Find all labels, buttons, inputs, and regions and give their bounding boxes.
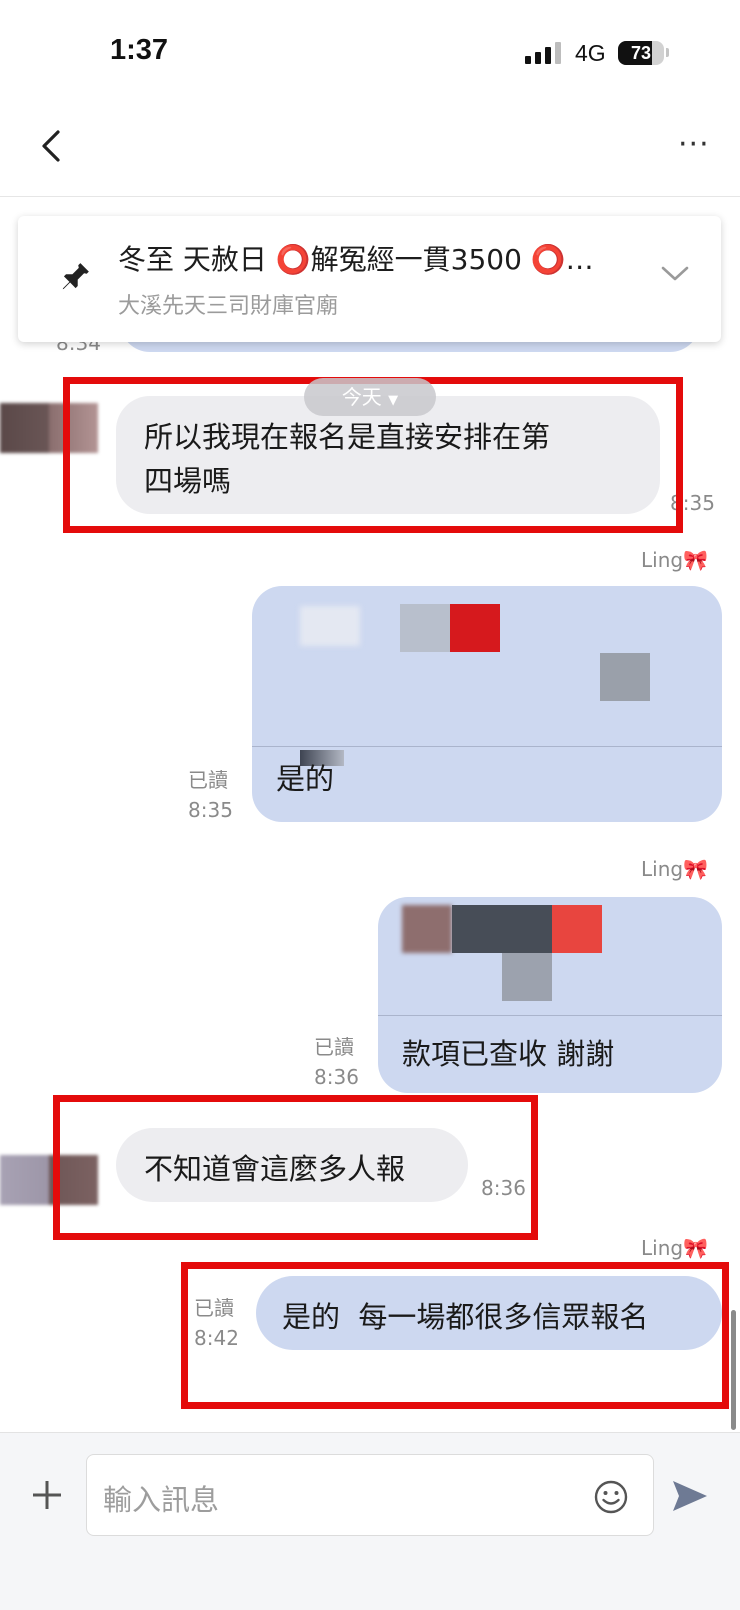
sender-name: Ling🎀 [641, 857, 708, 881]
pinned-subtitle: 大溪先天三司財庫官廟 [118, 294, 339, 319]
pinned-announcement[interactable]: 冬至 天赦日 ⭕解冤經一貫3500 ⭕… 大溪先天三司財庫官廟 [18, 216, 721, 342]
status-time: 1:37 [110, 34, 169, 66]
send-button[interactable] [670, 1478, 710, 1518]
message-text: 款項已查收 謝謝 [402, 1037, 615, 1071]
battery-cap [666, 48, 669, 57]
add-button[interactable] [30, 1478, 64, 1512]
read-status: 已讀 [314, 1035, 354, 1059]
read-status: 已讀 [188, 768, 228, 792]
message-bubble[interactable]: 是的 [252, 586, 722, 822]
reply-preview-image [452, 905, 552, 953]
plus-icon [33, 1481, 61, 1509]
message-input[interactable]: 輸入訊息 [86, 1454, 654, 1536]
pin-icon [62, 263, 89, 290]
message-time: 8:36 [314, 1065, 359, 1089]
header-divider [0, 196, 740, 197]
reply-divider [252, 746, 722, 747]
scrollbar[interactable] [731, 1310, 736, 1430]
chevron-left-icon [42, 130, 60, 162]
reply-preview-image [402, 905, 452, 953]
sender-name: Ling🎀 [641, 548, 708, 572]
smiley-icon[interactable] [593, 1479, 629, 1515]
message-text: 是的 [276, 762, 335, 796]
network-type: 4G [575, 40, 606, 66]
back-button[interactable] [34, 128, 74, 168]
reply-preview-image [502, 953, 552, 1001]
chevron-down-icon[interactable] [660, 264, 690, 284]
pinned-title: 冬至 天赦日 ⭕解冤經一貫3500 ⭕… [118, 243, 594, 276]
reply-preview-image [552, 905, 602, 953]
date-pill[interactable]: 今天 ▼ [304, 378, 436, 416]
battery-level: 73 [630, 43, 652, 63]
send-icon [673, 1481, 707, 1511]
more-options-button[interactable]: ··· [678, 130, 710, 160]
battery-icon: 73 [618, 41, 664, 65]
reply-preview[interactable] [252, 586, 722, 746]
reply-preview-image [600, 653, 650, 701]
highlight-box [53, 1095, 538, 1240]
message-bubble[interactable]: 款項已查收 謝謝 [378, 897, 722, 1093]
message-input-placeholder: 輸入訊息 [103, 1483, 220, 1517]
reply-preview-image [450, 604, 500, 652]
reply-divider [378, 1015, 722, 1016]
sender-name: Ling🎀 [641, 1236, 708, 1260]
reply-preview-image [300, 606, 360, 646]
caret-down-icon: ▼ [388, 393, 399, 408]
message-time: 8:35 [188, 798, 233, 822]
highlight-box [181, 1262, 729, 1409]
reply-preview-image [400, 604, 450, 652]
reply-preview[interactable] [378, 897, 722, 1013]
date-label: 今天 [341, 385, 382, 409]
cellular-signal-icon [525, 42, 561, 64]
